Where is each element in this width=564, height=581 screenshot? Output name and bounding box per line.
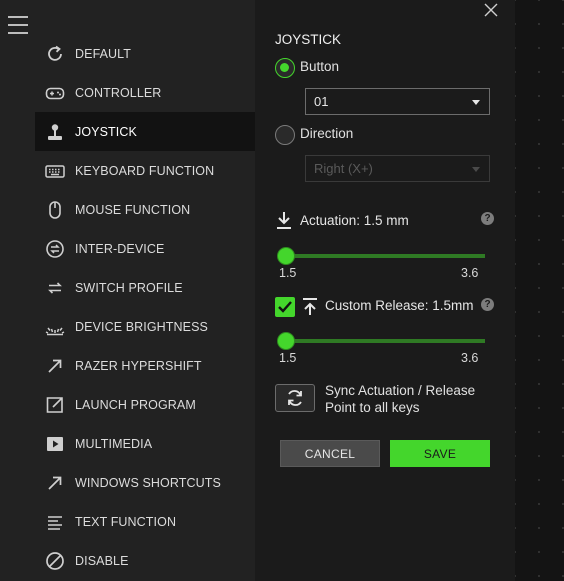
play-icon [45,434,65,454]
button-radio-label: Button [300,59,340,74]
mouse-icon [45,200,65,220]
sidebar-item-windows-shortcuts[interactable]: WINDOWS SHORTCUTS [35,463,255,502]
direction-value: Right (X+) [314,161,373,176]
release-slider-thumb[interactable] [277,332,295,350]
refresh-icon [45,44,65,64]
sidebar-item-mouse-function[interactable]: MOUSE FUNCTION [35,190,255,229]
sidebar-item-inter-device[interactable]: INTER-DEVICE [35,229,255,268]
joystick-config-panel: JOYSTICK Button 01 Direction Right (X+) … [255,0,515,581]
sidebar-item-launch-program[interactable]: LAUNCH PROGRAM [35,385,255,424]
diagonal-arrow-icon [45,356,65,376]
chevron-down-icon [472,167,480,172]
sidebar-item-joystick[interactable]: JOYSTICK [35,112,255,151]
sidebar-item-label: SWITCH PROFILE [75,280,183,295]
sidebar-item-label: LAUNCH PROGRAM [75,397,196,412]
inter-device-icon [45,239,65,259]
upload-arrow-icon [302,297,318,322]
hamburger-menu-icon[interactable] [8,16,28,34]
brightness-icon [45,317,65,337]
sidebar-item-keyboard-function[interactable]: KEYBOARD FUNCTION [35,151,255,190]
switch-arrows-icon [45,278,65,298]
save-button[interactable]: SAVE [390,440,490,467]
sync-button[interactable] [275,384,315,412]
sidebar: DEFAULT CONTROLLER JOYSTICK KEYBOARD FUNCTI… [0,0,255,581]
canvas-area [515,0,564,581]
sync-icon [288,390,302,406]
text-lines-icon [45,512,65,532]
sidebar-item-disable[interactable]: DISABLE [35,541,255,580]
close-icon[interactable] [484,3,498,17]
sidebar-item-label: KEYBOARD FUNCTION [75,163,215,178]
actuation-slider[interactable] [277,247,485,265]
sidebar-item-label: RAZER HYPERSHIFT [75,358,202,373]
custom-release-help-icon[interactable]: ? [481,298,494,311]
sidebar-item-label: TEXT FUNCTION [75,514,177,529]
diagonal-arrow-icon [45,473,65,493]
custom-release-label: Custom Release: 1.5mm [325,298,474,313]
sidebar-item-label: DISABLE [75,553,129,568]
sidebar-item-multimedia[interactable]: MULTIMEDIA [35,424,255,463]
sync-label: Sync Actuation / Release Point to all ke… [325,383,476,415]
launch-icon [45,395,65,415]
release-slider[interactable] [277,332,485,350]
sidebar-item-label: INTER-DEVICE [75,241,165,256]
sidebar-item-label: WINDOWS SHORTCUTS [75,475,221,490]
gamepad-icon [45,83,65,103]
download-arrow-icon [276,211,292,236]
sidebar-item-device-brightness[interactable]: DEVICE BRIGHTNESS [35,307,255,346]
keyboard-icon [45,161,65,181]
section-title: JOYSTICK [275,32,342,47]
direction-radio[interactable] [275,125,295,145]
sidebar-item-razer-hypershift[interactable]: RAZER HYPERSHIFT [35,346,255,385]
function-menu: DEFAULT CONTROLLER JOYSTICK KEYBOARD FUNCTI… [35,34,255,580]
actuation-label: Actuation: 1.5 mm [300,213,409,228]
joystick-icon [45,122,65,142]
sidebar-item-label: CONTROLLER [75,85,162,100]
release-min-label: 1.5 [279,351,297,365]
actuation-min-label: 1.5 [279,266,297,280]
direction-select: Right (X+) [305,155,490,182]
button-number-value: 01 [314,94,329,109]
actuation-slider-thumb[interactable] [277,247,295,265]
sidebar-item-label: MULTIMEDIA [75,436,153,451]
actuation-max-label: 3.6 [461,266,479,280]
button-number-select[interactable]: 01 [305,88,490,115]
actuation-help-icon[interactable]: ? [481,212,494,225]
custom-release-checkbox[interactable] [275,297,295,317]
button-radio[interactable] [275,58,295,78]
sidebar-item-label: MOUSE FUNCTION [75,202,191,217]
sidebar-item-controller[interactable]: CONTROLLER [35,73,255,112]
release-max-label: 3.6 [461,351,479,365]
sidebar-item-label: DEFAULT [75,46,132,61]
cancel-button[interactable]: CANCEL [280,440,380,467]
sidebar-item-label: DEVICE BRIGHTNESS [75,319,208,334]
disable-icon [45,551,65,571]
sidebar-item-label: JOYSTICK [75,124,137,139]
sidebar-item-text-function[interactable]: TEXT FUNCTION [35,502,255,541]
sidebar-item-default[interactable]: DEFAULT [35,34,255,73]
chevron-down-icon [472,100,480,105]
direction-radio-label: Direction [300,126,354,141]
sidebar-item-switch-profile[interactable]: SWITCH PROFILE [35,268,255,307]
